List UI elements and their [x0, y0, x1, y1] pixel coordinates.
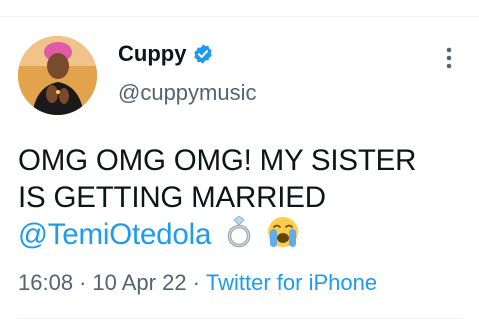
separator: ·: [79, 270, 87, 295]
tweet-line-2: IS GETTING MARRIED: [18, 181, 326, 214]
top-divider: [0, 16, 479, 17]
verified-badge-icon: [192, 43, 214, 65]
tweet-date[interactable]: 10 Apr 22: [92, 270, 186, 295]
tweet-line-3: @TemiOtedola: [18, 215, 463, 257]
mention-link[interactable]: @TemiOtedola: [18, 218, 211, 251]
more-options-icon[interactable]: [434, 46, 464, 70]
author-handle[interactable]: @cuppymusic: [118, 80, 257, 106]
tweet-line-1: OMG OMG OMG! MY SISTER: [18, 144, 417, 177]
profile-photo-icon: [18, 36, 97, 115]
tweet-time[interactable]: 16:08: [18, 270, 73, 295]
bottom-divider: [18, 318, 463, 319]
avatar[interactable]: [18, 36, 97, 115]
tweet-text: OMG OMG OMG! MY SISTER IS GETTING MARRIE…: [18, 142, 463, 257]
tweet-metadata: 16:08 · 10 Apr 22 · Twitter for iPhone: [18, 270, 377, 296]
display-name[interactable]: Cuppy: [118, 41, 186, 67]
separator: ·: [192, 270, 200, 295]
loudly-crying-face-emoji-icon: [267, 216, 299, 257]
tweet-source-link[interactable]: Twitter for iPhone: [206, 270, 377, 295]
ring-emoji-icon: [225, 215, 253, 257]
author-name-row[interactable]: Cuppy: [118, 41, 214, 67]
